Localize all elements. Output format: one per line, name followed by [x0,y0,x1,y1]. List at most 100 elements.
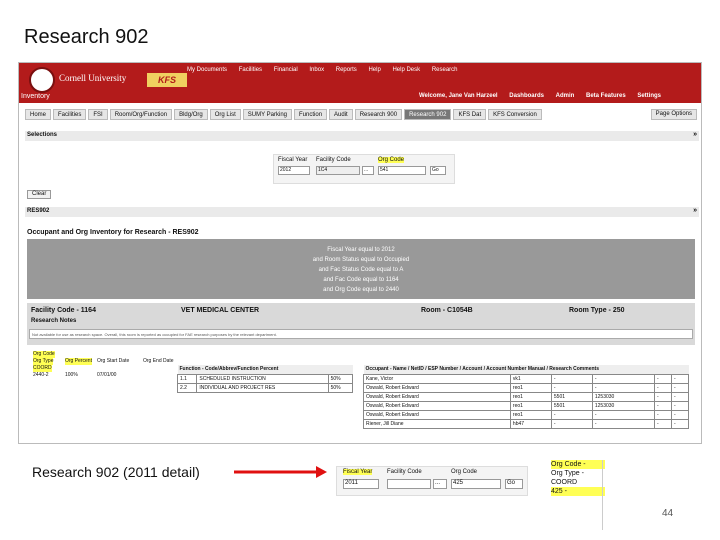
occupant-name: Oswald, Robert Edward [363,400,511,411]
facility-lookup-button[interactable]: ... [433,479,447,489]
collapse-icon[interactable]: » [693,131,697,138]
function-abbrev: SCHEDULED INSTRUCTION [196,373,329,384]
occupant-comments: - [670,391,690,402]
selections-header[interactable]: Selections » [25,131,699,141]
table-row: Riener, Jill Diane hb47 - - - - [363,418,690,429]
occupant-name: Oswald, Robert Edward [363,382,511,393]
tab-bldg-org[interactable]: Bldg/Org [174,109,208,120]
occupant-comments: - [670,418,690,429]
kfs-screenshot: Cornell University KFS My Documents Faci… [18,62,702,444]
tab-audit[interactable]: Audit [329,109,353,120]
tab-kfs-conversion[interactable]: KFS Conversion [488,109,542,120]
collapse-icon[interactable]: » [693,207,697,214]
tab-org-list[interactable]: Org List [209,109,241,120]
occupant-account: - [591,409,656,420]
occupant-comments: - [670,409,690,420]
occupant-esp: - [550,382,593,393]
room-number: Room - C1054B [421,307,473,314]
nav-link[interactable]: Beta Features [586,93,626,99]
facility-code-label: Facility Code [316,157,351,163]
top-link[interactable]: Research [432,67,458,73]
slide-caption: Research 902 (2011 detail) [32,464,200,480]
org-code-value: 2440-2 [33,372,49,378]
tab-room-org-function[interactable]: Room/Org/Function [109,109,173,120]
nav-link[interactable]: Admin [556,93,575,99]
report-panel-header[interactable]: RES902 » [25,207,699,217]
top-link[interactable]: Help [368,67,380,73]
fiscal-year-select[interactable]: 2012 [278,166,310,175]
table-row: Oswald, Robert Edward reo1 5501 1253030 … [363,400,690,411]
function-code: 2.2 [176,382,198,393]
occupant-esp: - [550,409,593,420]
org-type-value: COORD [33,365,52,372]
org-code-select[interactable]: 425 [451,479,501,489]
org-code-select[interactable]: 541 [378,166,426,175]
criteria-line: Fiscal Year equal to 2012 [327,247,395,253]
occupant-comments: - [670,400,690,411]
facility-name: VET MEDICAL CENTER [181,307,260,314]
occupant-manual: - [654,409,672,420]
table-row: Oswald, Robert Edward reo1 - - - - [363,382,690,393]
module-name: Inventory [21,93,50,100]
occupant-header: Occupant - Name / NetID / ESP Number / A… [363,365,689,374]
fiscal-year-select[interactable]: 2011 [343,479,379,489]
function-percent: 50% [327,373,354,384]
org-type-header: Org Type [33,358,54,365]
occupant-comments: - [670,382,690,393]
facility-code-input[interactable]: 1C4 [316,166,360,175]
occupant-name: Oswald, Robert Edward [363,409,511,420]
detail-org-info: Org Code - Org Type - COORD 425 - [551,460,605,512]
go-button[interactable]: Go [430,166,446,175]
kfs-logo: KFS [147,73,187,87]
page-options-button[interactable]: Page Options [650,109,697,120]
tab-fsi[interactable]: FSI [88,109,108,120]
org-code-header: Org Code [33,351,55,358]
criteria-line: and Org Code equal to 2440 [323,287,399,293]
top-link[interactable]: My Documents [187,67,227,73]
occupant-name: Kane, Victor [363,373,511,384]
app-header: Cornell University KFS My Documents Faci… [19,63,701,103]
tab-facilities[interactable]: Facilities [53,109,87,120]
table-row: 2.2 INDIVIDUAL AND PROJECT RES 50% [176,382,354,393]
occupant-account: 1253030 [591,400,656,411]
tab-home[interactable]: Home [25,109,52,120]
top-link[interactable]: Facilities [239,67,262,73]
table-row: Kane, Victor vk1 - - - - [363,373,690,384]
table-row: 1.1 SCHEDULED INSTRUCTION 50% [176,373,354,384]
org-code-label: Org Code [451,469,478,475]
org-code-label: Org Code [378,157,405,163]
tab-sumy-parking[interactable]: SUMY Parking [242,109,293,120]
welcome-bar: Welcome, Jane Van Harzeel Dashboards Adm… [419,93,671,99]
occupant-name: Oswald, Robert Edward [363,391,511,402]
top-link[interactable]: Inbox [309,67,324,73]
facility-code-input[interactable] [387,479,431,489]
top-link[interactable]: Financial [274,67,298,73]
arrow-right-icon [234,466,327,478]
org-percent-value: 100% [65,372,78,378]
org-start-header: Org Start Date [97,358,130,364]
tab-kfs-dat[interactable]: KFS Dat [453,109,487,120]
org-percent-header: Org Percent [65,358,92,365]
top-link[interactable]: Help Desk [392,67,420,73]
occupant-name: Riener, Jill Diane [363,418,511,429]
org-code-row: Org Code - [551,460,605,469]
divider [602,460,603,530]
occupant-table: Occupant - Name / NetID / ESP Number / A… [363,365,690,429]
facility-bar: Facility Code - 1164 VET MEDICAL CENTER … [27,303,695,345]
function-abbrev: INDIVIDUAL AND PROJECT RES [196,382,329,393]
tab-research-900[interactable]: Research 900 [354,109,403,120]
criteria-line: and Room Status equal to Occupied [312,257,410,263]
occupant-comments: - [670,373,690,384]
occupant-manual: - [654,373,672,384]
research-notes-field[interactable]: Not available for use as research space.… [29,329,693,339]
top-links: My Documents Facilities Financial Inbox … [187,67,468,73]
function-code: 1.1 [176,373,198,384]
go-button[interactable]: Go [505,479,523,489]
nav-link[interactable]: Settings [637,93,661,99]
nav-link[interactable]: Dashboards [509,93,544,99]
clear-button[interactable]: Clear [27,190,52,199]
top-link[interactable]: Reports [336,67,357,73]
tab-function[interactable]: Function [294,109,328,120]
tab-research-902[interactable]: Research 902 [404,109,452,120]
facility-lookup-button[interactable]: ... [362,166,374,175]
